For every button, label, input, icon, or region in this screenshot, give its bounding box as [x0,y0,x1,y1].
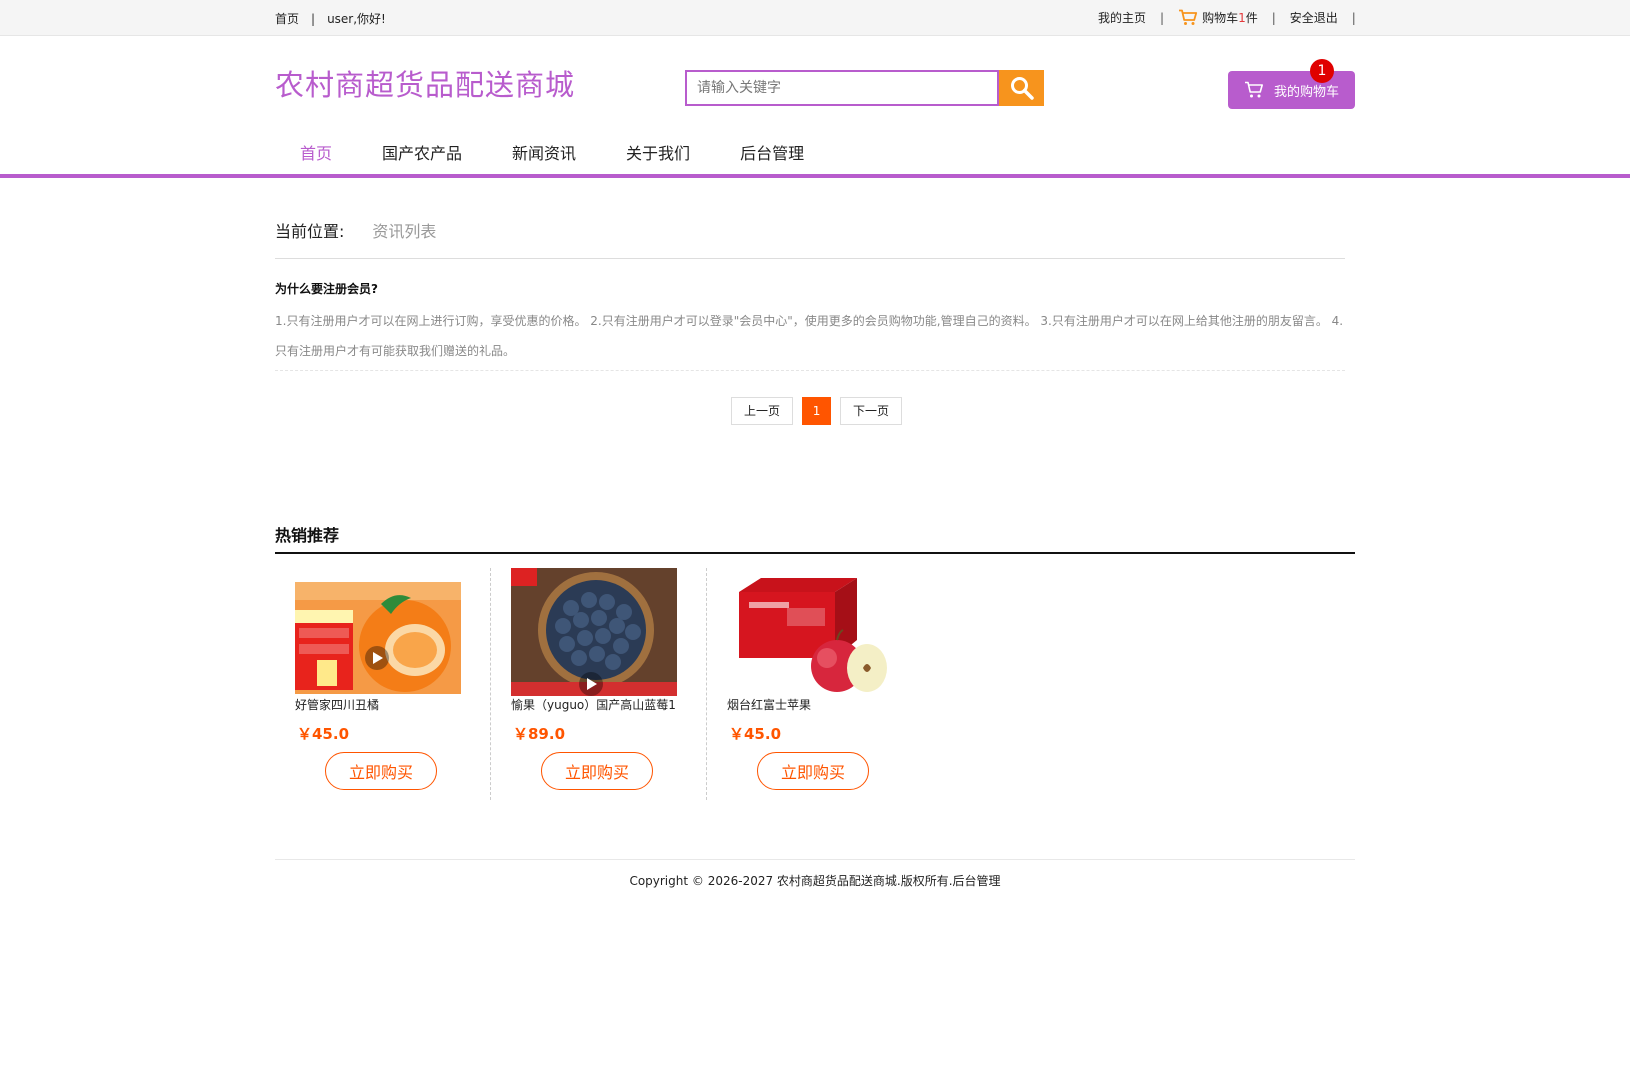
article-body: 1.只有注册用户才可以在网上进行订购，享受优惠的价格。 2.只有注册用户才可以登… [275,306,1345,371]
product-image[interactable] [511,568,677,696]
product-image[interactable] [295,568,461,696]
nav-item-about[interactable]: 关于我们 [601,140,715,172]
product-image[interactable] [727,568,893,696]
product-price: ￥45.0 [729,725,782,743]
page-number-current[interactable]: 1 [802,397,832,425]
buy-now-button[interactable]: 立即购买 [541,752,653,790]
section-underline [275,552,1355,554]
cart-badge: 1 [1310,59,1334,83]
search-input[interactable] [685,70,999,106]
divider [275,859,1355,860]
nav-item-products[interactable]: 国产农产品 [357,140,487,172]
cart-label: 购物车 [1202,11,1239,25]
nav-item-news[interactable]: 新闻资讯 [487,140,601,172]
footer-copyright: Copyright © 2026-2027 农村商超货品配送商城.版权所有.后台… [629,874,1001,888]
product-card: 愉果（yuguo）国产高山蓝莓1 ￥89.0 立即购买 [491,568,707,800]
orange-product-image [295,568,461,696]
product-card: 好管家四川丑橘 ￥45.0 立即购买 [275,568,491,800]
nav-item-admin[interactable]: 后台管理 [715,140,829,172]
product-price: ￥45.0 [297,725,350,743]
hot-section-title: 热销推荐 [275,526,340,545]
pagination: 上一页 1 下一页 [731,397,903,425]
top-bar-right: 我的主页 | 购物车 1 件 | 安全退出 | [1098,9,1370,26]
cart-unit: 件 [1245,11,1258,25]
search-bar [685,70,1044,106]
apple-product-image [727,568,893,696]
logout-link[interactable]: 安全退出 [1290,9,1338,26]
main-nav: 首页 国产农产品 新闻资讯 关于我们 后台管理 [275,140,829,172]
top-bar: 首页 | user,你好! 我的主页 | 购物车 1 件 | 安全退出 | [0,0,1630,36]
breadcrumb-label: 当前位置: [275,222,345,241]
divider [275,258,1345,259]
product-name[interactable]: 好管家四川丑橘 [295,696,475,713]
buy-now-button[interactable]: 立即购买 [757,752,869,790]
product-name[interactable]: 愉果（yuguo）国产高山蓝莓1 [511,696,691,713]
nav-underline [0,174,1630,178]
separator: | [311,11,316,26]
product-name[interactable]: 烟台红富士苹果 [727,696,907,713]
top-cart-link[interactable]: 购物车 1 件 [1178,9,1258,26]
product-card: 烟台红富士苹果 ￥45.0 立即购买 [707,568,923,800]
site-logo[interactable]: 农村商超货品配送商城 [275,62,575,104]
product-price: ￥89.0 [513,725,566,743]
top-home-link[interactable]: 首页 [275,10,299,27]
separator: | [1351,10,1356,25]
cart-icon [1245,81,1263,98]
cart-count: 1 [1238,10,1246,25]
breadcrumb-current: 资讯列表 [372,222,437,241]
cart-icon [1179,9,1198,25]
nav-item-home[interactable]: 首页 [275,140,357,172]
user-greeting: user,你好! [327,12,386,26]
buy-now-button[interactable]: 立即购买 [325,752,437,790]
breadcrumb: 当前位置: 资讯列表 [275,218,436,242]
blueberry-product-image [511,568,677,696]
separator: | [1160,10,1165,25]
article-title[interactable]: 为什么要注册会员? [275,280,378,297]
my-home-link[interactable]: 我的主页 [1098,9,1146,26]
separator: | [1271,10,1276,25]
my-cart-button[interactable]: 我的购物车 1 [1228,59,1355,109]
prev-page-button[interactable]: 上一页 [731,397,794,425]
search-button[interactable] [999,70,1044,106]
my-cart-label: 我的购物车 [1274,84,1340,100]
top-bar-left: 首页 | user,你好! [275,10,386,27]
next-page-button[interactable]: 下一页 [840,397,903,425]
search-icon [1010,77,1034,100]
